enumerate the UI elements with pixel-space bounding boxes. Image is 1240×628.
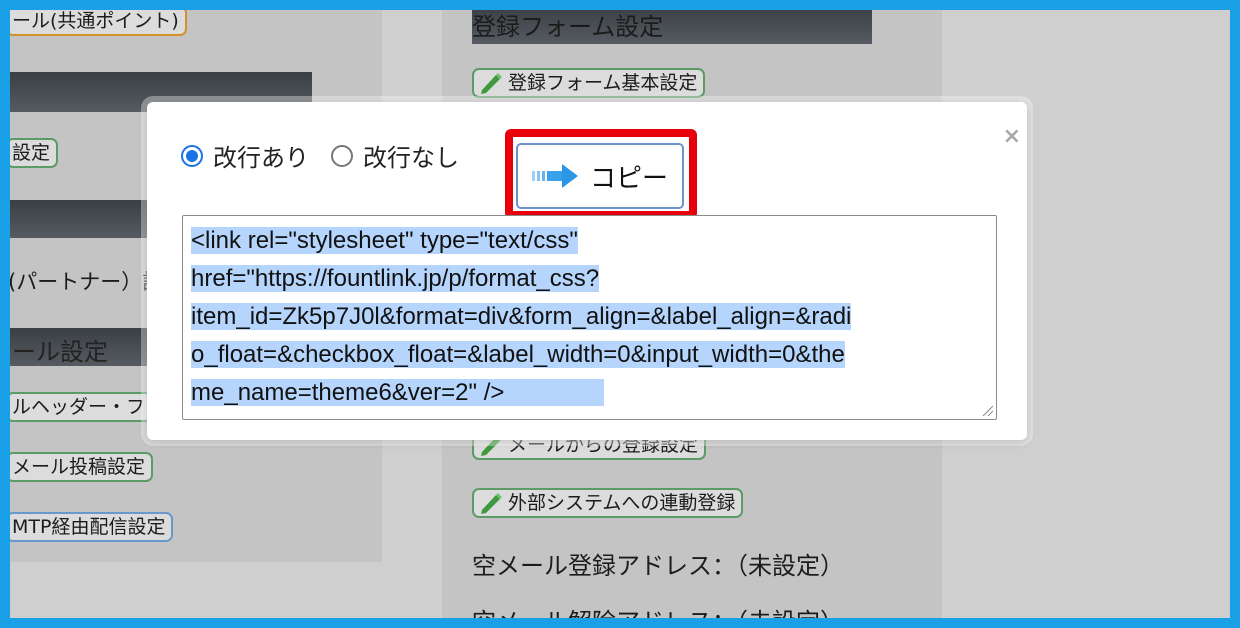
code-line: o_float=&checkbox_float=&label_width=0&i…	[191, 341, 845, 368]
partner-text: (パートナー）設	[10, 270, 164, 294]
section-header-bar	[10, 200, 150, 238]
embed-code-textarea[interactable]: <link rel="stylesheet" type="text/css" h…	[182, 215, 997, 420]
pill-label: 設定	[12, 142, 51, 164]
form-basic-settings-link[interactable]: 登録フォーム基本設定	[472, 68, 706, 98]
close-icon[interactable]: ×	[1003, 124, 1021, 149]
empty-mail-register-address: 空メール登録アドレス：（未設定）	[472, 552, 844, 580]
pill-label: 登録フォーム基本設定	[508, 72, 698, 94]
radio-label[interactable]: 改行あり	[213, 138, 309, 173]
arrow-right-icon	[531, 164, 578, 188]
selection-tail: ​	[504, 379, 605, 406]
empty-mail-unregister-address: 空メール解除アドレス：（未設定）	[472, 602, 844, 618]
screenshot-frame: ール(共通ポイント) 設定 (パートナー）設 ール設定 ルヘッダー・フ メール投…	[10, 10, 1230, 618]
mail-settings-title: ール設定	[12, 338, 108, 366]
smtp-settings-link[interactable]: MTP経由配信設定	[10, 512, 174, 542]
embed-code-modal: × 改行あり 改行なし コピー <link rel="stylesheet" t…	[147, 102, 1027, 440]
external-system-link[interactable]: 外部システムへの連動登録	[472, 488, 744, 518]
copy-button[interactable]: コピー	[516, 143, 684, 209]
line-break-options: 改行あり 改行なし	[181, 138, 481, 173]
header-footer-link[interactable]: ルヘッダー・フ	[10, 392, 154, 422]
code-line: item_id=Zk5p7J0l&format=div&form_align=&…	[191, 303, 852, 330]
radio-line-break-off[interactable]	[331, 144, 353, 167]
copy-button-label: コピー	[589, 163, 668, 194]
pill-label: 外部システムへの連動登録	[508, 492, 736, 514]
code-line: <link rel="stylesheet" type="text/css"	[191, 227, 578, 254]
mail-post-settings-link[interactable]: メール投稿設定	[10, 452, 154, 482]
settings-link[interactable]: 設定	[10, 138, 59, 168]
form-settings-title: 登録フォーム設定	[472, 13, 664, 41]
radio-line-break-on[interactable]	[181, 144, 203, 167]
pencil-icon	[481, 493, 502, 514]
pill-label: MTP経由配信設定	[12, 516, 166, 538]
pencil-icon	[481, 73, 502, 94]
resize-handle-icon[interactable]	[981, 404, 993, 416]
common-point-mail-link[interactable]: ール(共通ポイント)	[10, 10, 187, 36]
code-line: href="https://fountlink.jp/p/format_css?	[191, 265, 600, 292]
radio-label[interactable]: 改行なし	[363, 138, 459, 173]
pill-label: ルヘッダー・フ	[12, 396, 146, 418]
pill-label: メール投稿設定	[12, 456, 146, 478]
code-line: me_name=theme6&ver=2" />	[191, 379, 505, 406]
pill-label: ール(共通ポイント)	[12, 10, 179, 32]
